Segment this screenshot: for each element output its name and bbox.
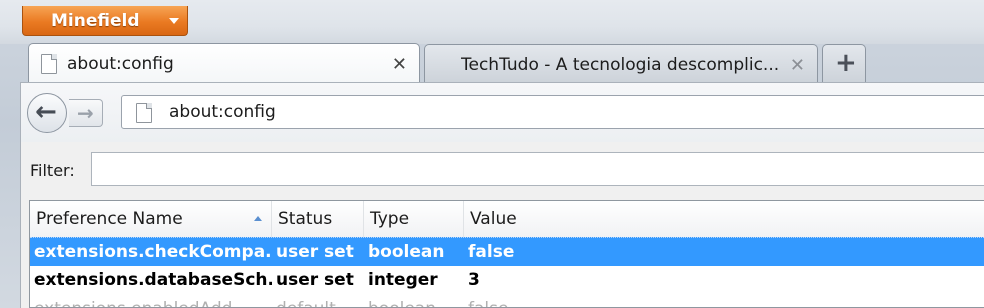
tab-title: TechTudo - A tecnologia descomplic... (461, 55, 780, 75)
preference-value: false (468, 242, 515, 262)
table-row[interactable]: extensions.databaseSch... user set integ… (30, 266, 984, 294)
close-icon[interactable]: ✕ (392, 54, 407, 75)
preference-value: false (464, 295, 984, 307)
column-header-value[interactable]: Value (464, 201, 984, 237)
close-icon[interactable]: ✕ (790, 55, 805, 76)
tab-title: about:config (67, 54, 174, 74)
table-row[interactable]: extensions.enabledAdd... default boolean… (30, 295, 984, 307)
table-header: Preference Name Status Type Value (30, 201, 984, 238)
tab-techtudo[interactable]: TechTudo - A tecnologia descomplic... ✕ (424, 44, 818, 82)
filter-input[interactable] (91, 152, 984, 186)
preference-type: integer (368, 270, 438, 290)
plus-icon: + (835, 48, 857, 78)
back-button[interactable]: ← (27, 93, 67, 133)
preference-status: user set (276, 270, 354, 290)
filter-label: Filter: (30, 161, 75, 180)
page-icon (136, 103, 152, 123)
new-tab-button[interactable]: + (822, 44, 866, 82)
arrow-left-icon: ← (35, 97, 57, 127)
column-header-preference-name[interactable]: Preference Name (30, 201, 272, 237)
config-page: Filter: Preference Name Status Type Valu… (20, 142, 984, 308)
preference-status: default (272, 295, 364, 307)
table-row[interactable]: extensions.checkCompa... user set boolea… (30, 237, 984, 266)
title-bar: Minefield (0, 0, 984, 44)
forward-button[interactable]: → (69, 99, 103, 127)
preference-type: boolean (368, 242, 445, 262)
chevron-down-icon (169, 18, 179, 24)
url-bar[interactable]: about:config (121, 95, 984, 129)
sort-ascending-icon (254, 216, 262, 221)
preference-value: 3 (468, 270, 480, 290)
preferences-table: Preference Name Status Type Value extens… (29, 200, 984, 308)
minefield-menu-button[interactable]: Minefield (22, 6, 188, 36)
navigation-toolbar: → ← about:config (20, 82, 984, 142)
preference-name: extensions.checkCompa... (34, 242, 272, 262)
preference-name: extensions.enabledAdd... (30, 295, 272, 307)
url-text: about:config (169, 102, 276, 122)
arrow-right-icon: → (77, 101, 94, 125)
preference-status: user set (276, 242, 354, 262)
app-menu-label: Minefield (51, 11, 140, 31)
preference-name: extensions.databaseSch... (34, 270, 272, 290)
page-icon (41, 54, 57, 74)
column-header-type[interactable]: Type (364, 201, 464, 237)
column-header-status[interactable]: Status (272, 201, 364, 237)
tab-about-config[interactable]: about:config ✕ (28, 43, 420, 83)
preference-type: boolean (364, 295, 464, 307)
